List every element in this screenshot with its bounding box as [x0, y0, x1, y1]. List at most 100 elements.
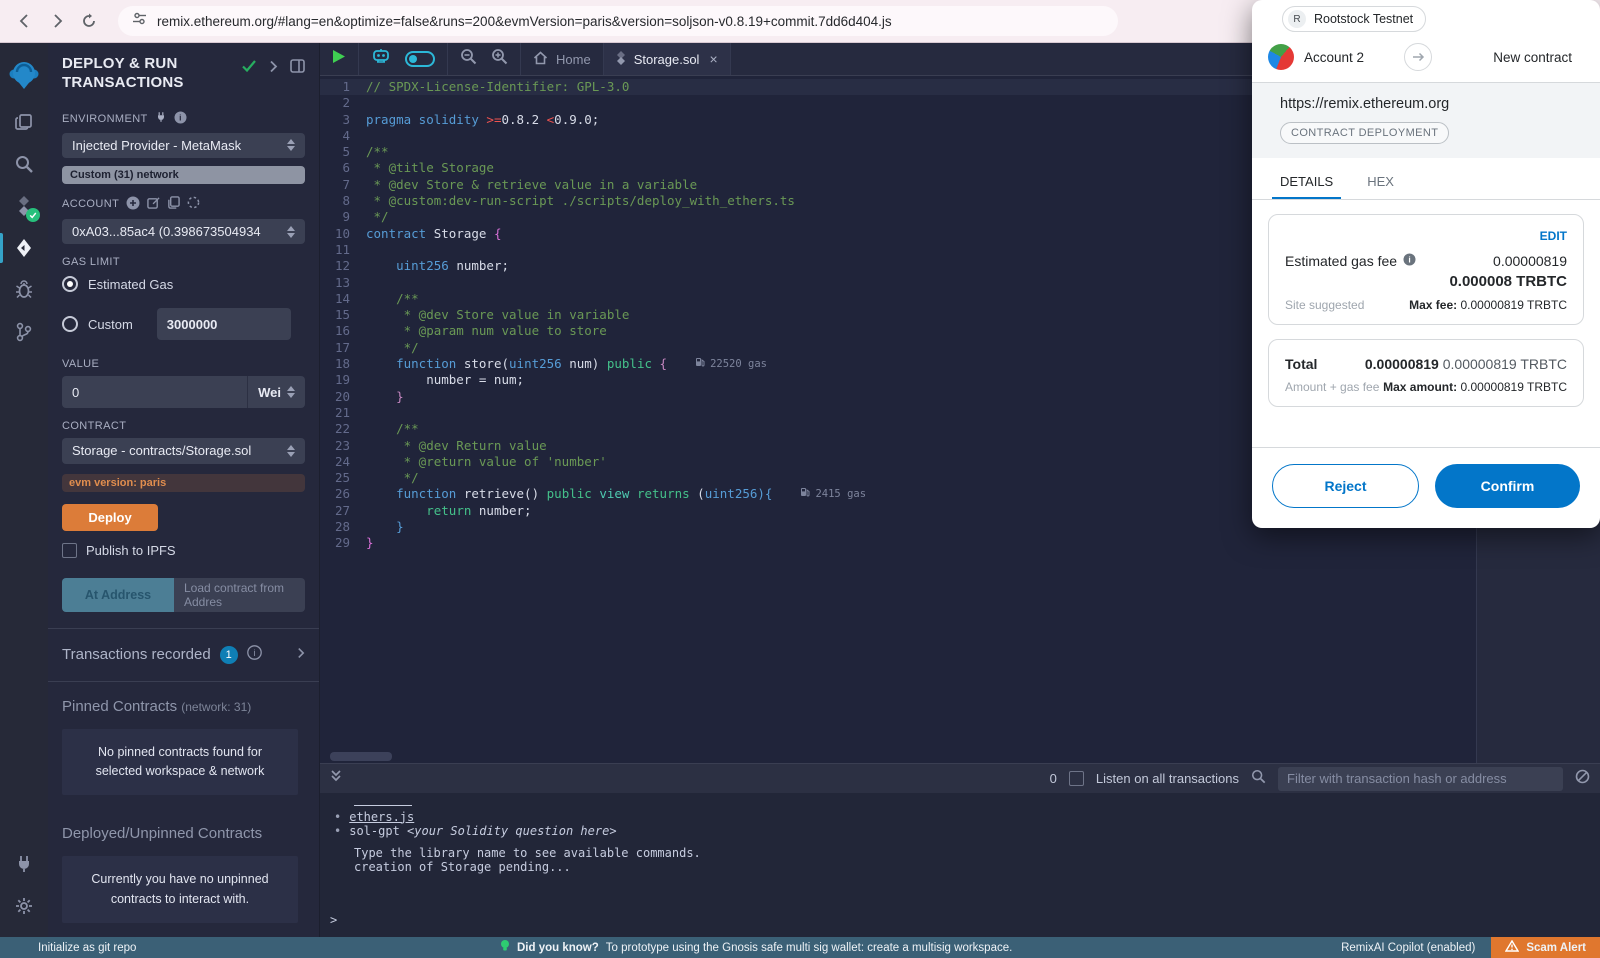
horizontal-scrollbar[interactable] [330, 752, 392, 761]
ai-copilot-icon[interactable] [371, 48, 391, 71]
clear-terminal-icon[interactable] [1575, 769, 1590, 789]
line-number: 16 [320, 323, 366, 339]
zoom-in-icon[interactable] [491, 48, 508, 70]
gas-fee-native: 0.000008 TRBTC [1285, 273, 1567, 290]
terminal-prompt[interactable]: > [330, 913, 337, 927]
radio-selected-icon[interactable] [62, 276, 78, 292]
zoom-out-icon[interactable] [460, 48, 477, 70]
debugger-icon[interactable] [0, 269, 48, 311]
code-line[interactable]: 29} [320, 535, 1600, 551]
line-number: 24 [320, 454, 366, 470]
publish-ipfs-option[interactable]: Publish to IPFS [62, 543, 305, 558]
file-explorer-icon[interactable] [0, 101, 48, 143]
deploy-run-icon[interactable] [0, 227, 48, 269]
tip-text: To prototype using the Gnosis safe multi… [606, 942, 1013, 954]
value-input[interactable]: 0 [62, 376, 247, 408]
value-unit: Wei [258, 385, 281, 400]
line-number: 17 [320, 340, 366, 356]
line-number: 9 [320, 209, 366, 225]
pinned-network-label: (network: 31) [181, 700, 251, 714]
check-icon [241, 59, 257, 78]
collapse-terminal-icon[interactable] [330, 769, 342, 788]
settings-icon[interactable] [0, 885, 48, 927]
info-icon[interactable]: i [1403, 253, 1416, 269]
search-icon[interactable] [0, 143, 48, 185]
gas-estimate-badge: 2415 gas [800, 486, 866, 502]
edit-gas-link[interactable]: EDIT [1285, 229, 1567, 243]
tab-home[interactable]: Home [521, 43, 604, 75]
account-value: 0xA03...85ac4 (0.398673504934 [72, 224, 281, 239]
forward-icon[interactable] [46, 10, 68, 32]
reject-button[interactable]: Reject [1272, 464, 1419, 508]
account-select[interactable]: 0xA03...85ac4 (0.398673504934 [62, 219, 305, 244]
copy-account-icon[interactable] [167, 196, 180, 212]
reload-icon[interactable] [78, 10, 100, 32]
value-label: VALUE [62, 358, 99, 370]
solidity-compiler-icon[interactable] [0, 185, 48, 227]
estimated-gas-option[interactable]: Estimated Gas [62, 276, 305, 292]
tip-title: Did you know? [517, 942, 599, 954]
pin-panel-icon[interactable] [290, 59, 305, 78]
contract-value: Storage - contracts/Storage.sol [72, 443, 281, 458]
listen-checkbox[interactable] [1069, 771, 1084, 786]
from-account: Account 2 [1304, 50, 1364, 65]
svg-text:i: i [1408, 254, 1410, 264]
copilot-toggle[interactable] [405, 51, 435, 67]
network-badge: Custom (31) network [62, 166, 305, 184]
chevron-right-icon[interactable] [269, 60, 278, 78]
chevron-updown-icon [287, 139, 295, 151]
terminal[interactable]: ethers.jssol-gpt <your Solidity question… [320, 793, 1600, 937]
terminal-line [334, 795, 1600, 810]
refresh-spinner-icon[interactable] [187, 196, 200, 212]
back-icon[interactable] [14, 10, 36, 32]
gas-estimate-badge: 22520 gas [695, 356, 767, 372]
terminal-line: sol-gpt <your Solidity question here> [334, 824, 1600, 839]
line-number: 18 [320, 356, 366, 372]
filter-input[interactable] [1278, 767, 1563, 791]
at-address-button[interactable]: At Address [62, 578, 174, 612]
deploy-button[interactable]: Deploy [62, 504, 158, 531]
tab-hex[interactable]: HEX [1359, 164, 1402, 199]
edit-account-icon[interactable] [147, 196, 160, 212]
account-avatar [1268, 44, 1294, 70]
info-icon[interactable]: i [174, 111, 187, 127]
checkbox-icon[interactable] [62, 543, 77, 558]
radio-unselected-icon[interactable] [62, 316, 78, 332]
estimated-gas-label: Estimated Gas [88, 277, 173, 292]
copilot-status[interactable]: RemixAI Copilot (enabled) [1341, 942, 1491, 954]
gas-limit-input[interactable]: 3000000 [157, 308, 291, 340]
transactions-recorded-row[interactable]: Transactions recorded 1 i [48, 629, 319, 681]
add-account-icon[interactable] [126, 196, 140, 213]
confirm-button[interactable]: Confirm [1435, 464, 1580, 508]
publish-ipfs-label: Publish to IPFS [86, 543, 176, 558]
git-init-label[interactable]: Initialize as git repo [0, 942, 136, 954]
value-unit-select[interactable]: Wei [247, 376, 305, 408]
at-address-input[interactable]: Load contract from Addres [174, 578, 305, 612]
network-pill[interactable]: R Rootstock Testnet [1282, 6, 1426, 32]
terminal-search-icon[interactable] [1251, 769, 1266, 789]
svg-text:i: i [179, 112, 182, 122]
custom-gas-option[interactable]: Custom 3000000 [62, 308, 305, 340]
line-number: 25 [320, 470, 366, 486]
scam-alert-button[interactable]: Scam Alert [1491, 937, 1600, 958]
contract-select[interactable]: Storage - contracts/Storage.sol [62, 438, 305, 463]
address-bar[interactable]: remix.ethereum.org/#lang=en&optimize=fal… [118, 6, 1118, 36]
info-outline-icon[interactable]: i [247, 645, 262, 665]
gas-pump-icon [800, 486, 810, 502]
total-card: Total 0.00000819 0.00000819 TRBTC Amount… [1268, 339, 1584, 407]
close-tab-icon[interactable]: × [709, 51, 717, 67]
environment-select[interactable]: Injected Provider - MetaMask [62, 133, 305, 158]
tab-details[interactable]: DETAILS [1272, 164, 1341, 199]
terminal-lines: ethers.jssol-gpt <your Solidity question… [334, 795, 1600, 875]
panel-title: DEPLOY & RUN TRANSACTIONS [62, 55, 212, 93]
plug-icon[interactable] [155, 111, 167, 126]
run-script-icon[interactable] [332, 49, 346, 69]
plugin-manager-icon[interactable] [0, 843, 48, 885]
chevron-right-icon[interactable] [297, 646, 305, 664]
terminal-line: ethers.js [334, 810, 1600, 825]
chevron-updown-icon [287, 445, 295, 457]
site-settings-icon[interactable] [132, 11, 147, 31]
evm-version-badge: evm version: paris [62, 474, 305, 492]
git-icon[interactable] [0, 311, 48, 353]
tab-storage-sol[interactable]: Storage.sol × [604, 43, 731, 75]
